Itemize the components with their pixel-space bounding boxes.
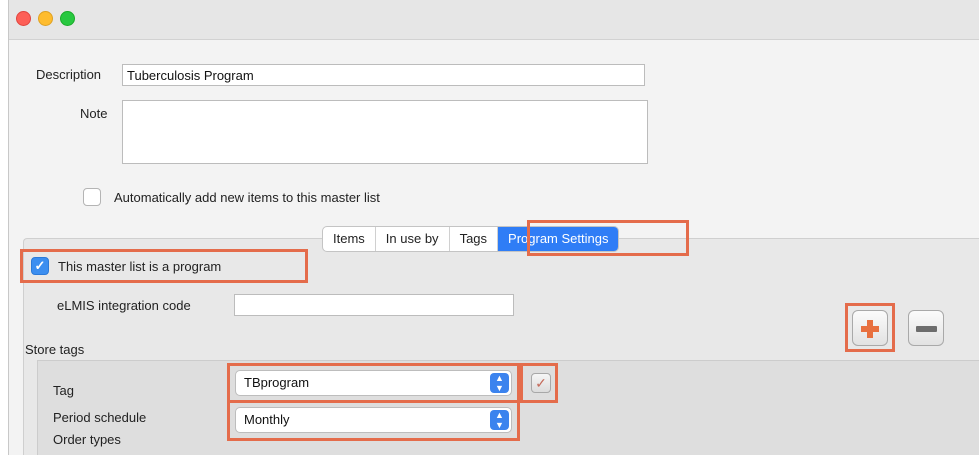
checkmark-icon: ✓ [535,375,547,391]
add-tag-button[interactable] [852,310,888,346]
auto-add-label: Automatically add new items to this mast… [114,190,380,205]
remove-tag-button[interactable] [908,310,944,346]
up-down-arrows-icon: ▲ ▼ [490,373,509,393]
period-schedule-select[interactable]: Monthly ▲ ▼ [235,407,512,433]
description-field[interactable] [122,64,645,86]
confirm-tag-button[interactable]: ✓ [531,373,551,393]
up-down-arrows-icon: ▲ ▼ [490,410,509,430]
tab-program-settings[interactable]: Program Settings [498,227,619,251]
period-schedule-value: Monthly [244,412,290,427]
minus-icon [916,326,937,332]
tab-in-use-by[interactable]: In use by [376,227,450,251]
period-schedule-label: Period schedule [53,410,147,425]
tag-label: Tag [53,383,74,398]
minimize-window-button[interactable] [38,11,53,26]
title-bar [9,0,979,40]
is-program-checkbox[interactable]: ✓ [31,257,49,275]
is-program-label: This master list is a program [58,259,222,274]
order-types-label: Order types [53,432,121,447]
auto-add-checkbox[interactable] [83,188,101,206]
tab-bar: Items In use by Tags Program Settings [322,226,620,252]
tag-select-value: TBprogram [244,375,310,390]
maximize-window-button[interactable] [60,11,75,26]
store-tags-label: Store tags [25,342,85,357]
note-label: Note [80,106,108,121]
elmis-label: eLMIS integration code [57,298,191,313]
close-window-button[interactable] [16,11,31,26]
master-list-window: Description Note Automatically add new i… [8,0,979,455]
tab-tags[interactable]: Tags [450,227,499,251]
tag-select[interactable]: TBprogram ▲ ▼ [235,370,512,396]
elmis-field[interactable] [234,294,514,316]
description-label: Description [36,67,102,82]
note-field[interactable] [122,100,648,164]
tab-items[interactable]: Items [323,227,376,251]
